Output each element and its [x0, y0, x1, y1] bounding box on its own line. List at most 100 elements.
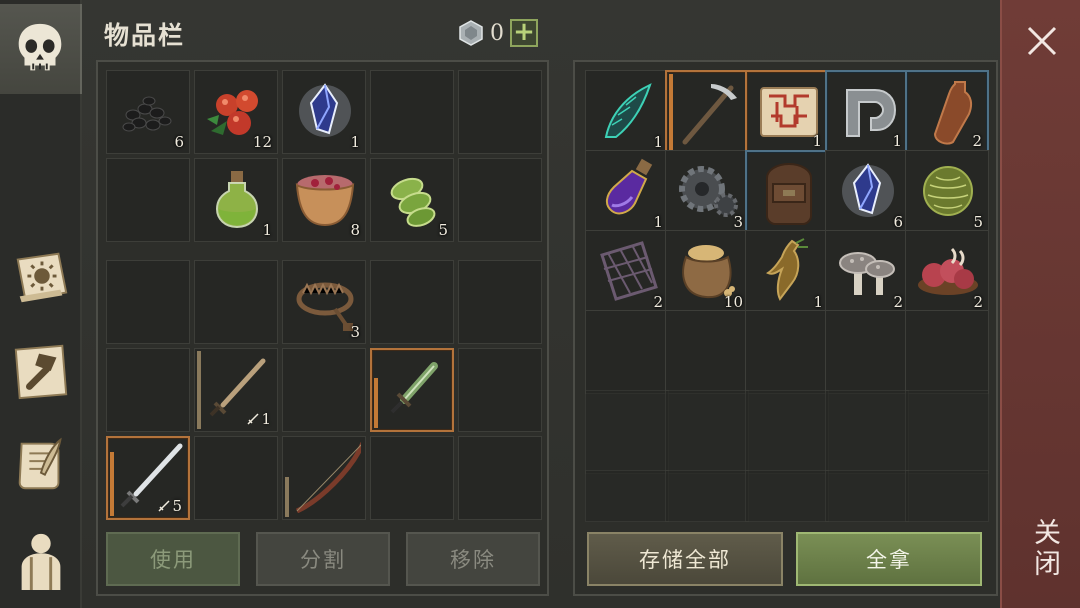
currency-display: 0 +	[458, 19, 538, 47]
inventory-slot-empty[interactable]	[458, 158, 542, 242]
item-quantity: 1	[247, 410, 271, 428]
item-quantity: 6	[893, 213, 903, 231]
bow-icon	[295, 441, 361, 513]
container-slot-empty[interactable]	[665, 310, 749, 394]
container-slot-pickaxe[interactable]	[665, 70, 749, 154]
close-label: 关闭	[1029, 518, 1060, 580]
item-quantity: 1	[653, 133, 663, 151]
store-all-button[interactable]: 存储全部	[587, 532, 783, 586]
inventory-slot-empty[interactable]	[282, 348, 366, 432]
item-quantity: 5	[438, 221, 448, 239]
item-quantity: 1	[812, 132, 822, 150]
container-slot-leather[interactable]: 2	[905, 70, 989, 154]
take-all-button[interactable]: 全拿	[796, 532, 982, 586]
container-slot-locked	[745, 390, 829, 474]
container-slot-locked	[585, 470, 669, 522]
player-inventory-panel: 6 12 1 1 8 5 3 1 5 使用 分割 移除	[96, 60, 549, 596]
sidebar-item-survival-book[interactable]	[0, 232, 82, 322]
container-slot-locked	[745, 470, 829, 522]
skull-icon	[18, 23, 62, 71]
inventory-slot-empty[interactable]	[106, 158, 190, 242]
item-quantity: 12	[252, 133, 272, 151]
container-slot-empty[interactable]	[905, 310, 989, 394]
inventory-slot-empty[interactable]	[458, 70, 542, 154]
currency-count: 0	[490, 20, 504, 46]
container-slot-purple-potion[interactable]: 1	[585, 150, 669, 234]
sun-book-icon	[16, 252, 68, 303]
inventory-slot-empty[interactable]	[458, 436, 542, 520]
close-icon[interactable]	[1025, 24, 1059, 58]
container-slot-sack[interactable]: 10	[665, 230, 749, 314]
item-quantity: 5	[158, 497, 182, 515]
inventory-slot-green-dagger[interactable]	[370, 348, 454, 432]
item-quantity: 2	[973, 293, 983, 311]
container-panel: 1 1 1 2 1 3 6 5 2 10 1 2 2 存储全部 全拿	[573, 60, 998, 596]
backpack-icon	[766, 162, 812, 225]
inventory-slot-empty[interactable]	[106, 260, 190, 344]
item-quantity: 3	[733, 213, 743, 231]
container-slot-backpack[interactable]	[745, 150, 829, 234]
hammer-icon	[14, 344, 68, 400]
container-slot-locked	[665, 470, 749, 522]
sword-mini-icon	[247, 413, 259, 425]
inventory-slot-empty[interactable]	[370, 436, 454, 520]
scroll-quill-icon	[18, 437, 62, 490]
sidebar-item-quests[interactable]	[0, 420, 82, 510]
inventory-slot-steel-sword[interactable]: 5	[106, 436, 190, 520]
container-slot-mushrooms[interactable]: 2	[825, 230, 909, 314]
inventory-slot-berry-bowl[interactable]: 8	[282, 158, 366, 242]
container-slot-crystal[interactable]: 6	[825, 150, 909, 234]
container-slot-metal-hook[interactable]: 1	[825, 70, 909, 154]
inventory-slot-cactus-slices[interactable]: 5	[370, 158, 454, 242]
add-currency-button[interactable]: +	[510, 19, 538, 47]
sidebar-item-crafting[interactable]	[0, 326, 82, 416]
container-slot-gear[interactable]: 3	[665, 150, 749, 234]
container-slot-herb-ball[interactable]: 5	[905, 150, 989, 234]
remove-button[interactable]: 移除	[406, 532, 540, 586]
container-slot-map[interactable]: 1	[745, 70, 829, 154]
sidebar-item-character[interactable]	[0, 514, 82, 604]
container-slot-root[interactable]: 1	[745, 230, 829, 314]
container-slot-empty[interactable]	[585, 310, 669, 394]
item-quantity: 1	[262, 221, 272, 239]
inventory-slot-empty[interactable]	[370, 70, 454, 154]
inventory-slot-empty[interactable]	[194, 260, 278, 344]
item-quantity: 1	[350, 133, 360, 151]
item-quantity: 2	[653, 293, 663, 311]
inventory-slot-berries[interactable]: 12	[194, 70, 278, 154]
inventory-slot-empty[interactable]	[194, 436, 278, 520]
item-quantity: 3	[350, 323, 360, 341]
use-button[interactable]: 使用	[106, 532, 240, 586]
inventory-slot-coal[interactable]: 6	[106, 70, 190, 154]
container-slot-locked	[665, 390, 749, 474]
inventory-title: 物品栏	[104, 21, 186, 50]
close-panel-button[interactable]: 关闭	[1000, 0, 1080, 608]
inventory-slot-sword[interactable]: 1	[194, 348, 278, 432]
item-quantity: 10	[723, 293, 743, 311]
inventory-slot-empty[interactable]	[458, 348, 542, 432]
inventory-slot-crystal[interactable]: 1	[282, 70, 366, 154]
container-slot-locked	[825, 390, 909, 474]
container-slot-locked	[825, 470, 909, 522]
inventory-slot-bear-trap[interactable]: 3	[282, 260, 366, 344]
silver-coin-icon	[459, 20, 483, 46]
inventory-slot-potion[interactable]: 1	[194, 158, 278, 242]
container-slot-locked	[905, 470, 989, 522]
container-slot-grate[interactable]: 2	[585, 230, 669, 314]
container-slot-meat[interactable]: 2	[905, 230, 989, 314]
container-slot-empty[interactable]	[745, 310, 829, 394]
inventory-screen: 物品栏 0 + 6 12 1 1 8 5 3 1 5 使用 分割 移除 1 1 …	[0, 0, 1080, 608]
dagger-icon	[390, 362, 438, 414]
character-icon	[21, 533, 61, 590]
inventory-slot-empty[interactable]	[370, 260, 454, 344]
inventory-slot-empty[interactable]	[458, 260, 542, 344]
item-quantity: 1	[892, 132, 902, 150]
container-slot-horn[interactable]: 1	[585, 70, 669, 154]
inventory-slot-empty[interactable]	[106, 348, 190, 432]
sword-mini-icon	[158, 500, 170, 512]
container-slot-empty[interactable]	[825, 310, 909, 394]
inventory-slot-bow[interactable]	[282, 436, 366, 520]
sidebar-item-skull[interactable]	[0, 4, 82, 94]
sidebar	[0, 0, 82, 608]
split-button[interactable]: 分割	[256, 532, 390, 586]
